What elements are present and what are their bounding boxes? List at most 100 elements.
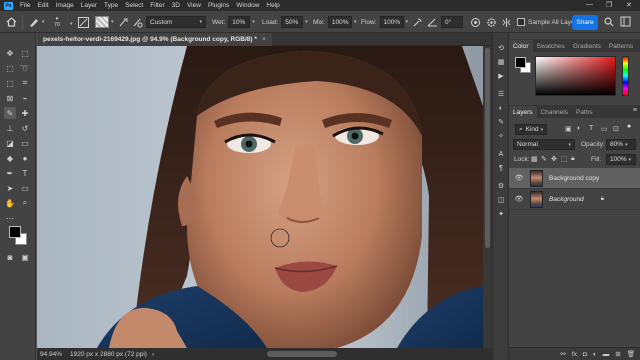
tab-color[interactable]: Color	[509, 40, 533, 52]
mixer-brush-tool-icon[interactable]: ▾	[28, 14, 45, 30]
rectangle-tool-icon[interactable]: ▭	[19, 182, 31, 194]
quick-mask-icon[interactable]: ◙	[4, 251, 16, 263]
character-panel-icon[interactable]: A	[496, 149, 506, 159]
chevron-down-icon[interactable]: ▾	[70, 21, 73, 27]
marquee-tool-icon[interactable]: ⬚	[4, 62, 16, 74]
path-selection-tool-icon[interactable]: ➤	[4, 182, 16, 194]
adjustments-panel-icon[interactable]: ◐	[496, 103, 506, 113]
menu-file[interactable]: File	[20, 2, 30, 9]
new-layer-icon[interactable]: ⊞	[615, 350, 620, 358]
filter-shape-icon[interactable]: ▭	[601, 125, 608, 133]
hue-slider[interactable]	[622, 56, 629, 96]
search-icon[interactable]	[604, 17, 614, 29]
menu-view[interactable]: View	[187, 2, 201, 9]
paragraph-panel-icon[interactable]: ¶	[496, 163, 506, 173]
filter-type-icon[interactable]: T	[589, 125, 593, 132]
foreground-color-swatch[interactable]	[9, 226, 21, 238]
wet-control[interactable]: Wet: 10% ▾	[212, 14, 255, 30]
tab-swatches[interactable]: Swatches	[533, 40, 569, 52]
actions-panel-icon[interactable]: ▶	[496, 71, 506, 81]
vertical-scrollbar-thumb[interactable]	[485, 48, 490, 248]
link-icon[interactable]: ⚯	[560, 350, 565, 358]
lock-image-icon[interactable]: ✎	[541, 155, 547, 163]
blur-tool-icon[interactable]: ◆	[4, 152, 16, 164]
lock-all-icon[interactable]: 🔒︎	[571, 155, 575, 163]
sample-all-layers-checkbox[interactable]	[517, 18, 525, 26]
lock-transparent-icon[interactable]: ▦	[531, 155, 538, 163]
layer-name[interactable]: Background	[549, 196, 584, 203]
move-tool-icon[interactable]: ✥	[4, 47, 16, 59]
filter-toggle-icon[interactable]: ●	[627, 123, 631, 130]
filter-smart-object-icon[interactable]: ⊡	[613, 125, 619, 133]
artboard-tool-icon[interactable]: ⬚	[19, 47, 31, 59]
close-document-icon[interactable]: ×	[262, 36, 266, 43]
fill-field[interactable]: 100% ▾	[606, 154, 636, 165]
menu-plugins[interactable]: Plugins	[208, 2, 229, 9]
angle-control[interactable]: 0°	[441, 14, 463, 30]
menu-window[interactable]: Window	[236, 2, 259, 9]
document-canvas[interactable]	[37, 46, 483, 348]
vertical-scrollbar[interactable]	[483, 46, 492, 348]
brush-angle-icon[interactable]	[427, 14, 438, 30]
libraries-panel-icon[interactable]: ☰	[496, 89, 506, 99]
fx-icon[interactable]: fx	[572, 351, 577, 358]
menu-layer[interactable]: Layer	[81, 2, 97, 9]
layer-filter-dropdown[interactable]: ⌕ Kind ▾	[515, 124, 547, 135]
paths-panel-icon[interactable]: ✦	[496, 209, 506, 219]
load-brush-icon[interactable]	[118, 14, 129, 30]
properties-panel-icon[interactable]: ▦	[496, 57, 506, 67]
restore-icon[interactable]: ❐	[606, 1, 612, 9]
mode-dropdown[interactable]: Custom ▾	[146, 14, 206, 30]
tab-channels[interactable]: Channels	[537, 106, 572, 118]
hand-tool-icon[interactable]: ✋	[4, 197, 16, 209]
workspace-icon[interactable]	[620, 16, 631, 29]
brush-settings-icon[interactable]	[78, 14, 89, 30]
gradient-tool-icon[interactable]: ▭	[19, 137, 31, 149]
screen-mode-icon[interactable]: ▣	[19, 251, 31, 263]
pen-tool-icon[interactable]: ✒	[4, 167, 16, 179]
sample-all-layers-option[interactable]: Sample All Laye	[517, 14, 575, 30]
color-panel-foreground-swatch[interactable]	[515, 57, 526, 68]
filter-adjustment-icon[interactable]: ◐	[577, 125, 581, 132]
crop-tool-icon[interactable]: ⌗	[19, 77, 31, 89]
history-panel-icon[interactable]: ⟲	[496, 43, 506, 53]
tab-layers[interactable]: Layers	[509, 106, 537, 118]
layer-name[interactable]: Background copy	[549, 175, 599, 182]
layer-row[interactable]: 👁︎ Background 🔒︎	[509, 189, 640, 210]
close-window-icon[interactable]: ✕	[626, 1, 632, 9]
flow-control[interactable]: Flow: 100% ▾	[361, 14, 408, 30]
symmetry-icon[interactable]	[501, 14, 512, 30]
blend-mode-dropdown[interactable]: Normal ▾	[513, 139, 575, 150]
eraser-tool-icon[interactable]: ◪	[4, 137, 16, 149]
brush-tool-icon[interactable]: ✎	[4, 107, 16, 119]
mix-control[interactable]: Mix: 100% ▾	[313, 14, 356, 30]
mask-icon[interactable]: ◘	[583, 351, 587, 358]
menu-edit[interactable]: Edit	[37, 2, 48, 9]
menu-3d[interactable]: 3D	[172, 2, 180, 9]
layer-row[interactable]: 👁︎ Background copy	[509, 168, 640, 189]
filter-pixel-icon[interactable]: ▣	[565, 125, 572, 133]
glyphs-panel-icon[interactable]: ⚙	[496, 181, 506, 191]
color-picker-field[interactable]	[535, 56, 616, 96]
panel-menu-icon[interactable]: ≡	[633, 107, 637, 114]
zoom-tool-icon[interactable]: ⌕	[19, 197, 31, 209]
airbrush-icon[interactable]	[412, 14, 423, 30]
gear-icon[interactable]	[486, 14, 497, 30]
current-brush-load-swatch[interactable]: ▾	[95, 14, 114, 30]
lasso-tool-icon[interactable]: ➰	[19, 62, 31, 74]
share-button[interactable]: Share	[572, 15, 598, 30]
object-selection-tool-icon[interactable]: ⬚	[4, 77, 16, 89]
more-tools-icon[interactable]: ⋯	[4, 212, 16, 224]
minimize-icon[interactable]: —	[586, 1, 593, 8]
lock-position-icon[interactable]: ✥	[551, 155, 557, 163]
visibility-eye-icon[interactable]: 👁︎	[513, 195, 525, 203]
clean-brush-icon[interactable]	[132, 14, 143, 30]
menu-image[interactable]: Image	[56, 2, 74, 9]
menu-filter[interactable]: Filter	[150, 2, 164, 9]
frame-tool-icon[interactable]: ⊠	[4, 92, 16, 104]
home-icon[interactable]	[6, 14, 17, 30]
history-brush-tool-icon[interactable]: ↺	[19, 122, 31, 134]
dodge-tool-icon[interactable]: ●	[19, 152, 31, 164]
horizontal-scrollbar-thumb[interactable]	[267, 351, 337, 357]
document-tab[interactable]: pexels-heitor-verdi-2169429.jpg @ 94.9% …	[37, 33, 272, 46]
